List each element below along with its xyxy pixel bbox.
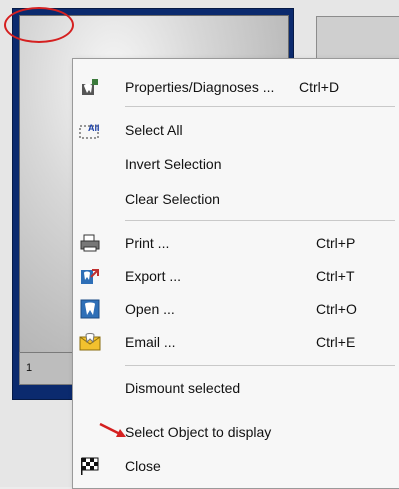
email-label: Email ...	[125, 334, 176, 350]
export-icon	[79, 265, 101, 287]
select-all-icon: All	[79, 119, 101, 141]
open-shortcut: Ctrl+O	[316, 301, 357, 317]
printer-icon	[79, 232, 101, 254]
print-item[interactable]: Print ... Ctrl+P	[73, 227, 399, 259]
menu-separator	[125, 365, 395, 366]
invert-selection-label: Invert Selection	[125, 156, 222, 172]
open-label: Open ...	[125, 301, 175, 317]
checkered-flag-icon	[79, 455, 101, 477]
menu-separator	[125, 220, 395, 221]
context-menu: Properties/Diagnoses ... Ctrl+D All Sele…	[72, 58, 399, 489]
export-shortcut: Ctrl+T	[316, 268, 355, 284]
export-item[interactable]: Export ... Ctrl+T	[73, 260, 399, 292]
svg-text:All: All	[88, 123, 100, 133]
open-tooth-icon	[79, 298, 101, 320]
export-label: Export ...	[125, 268, 182, 284]
open-item[interactable]: Open ... Ctrl+O	[73, 293, 399, 325]
select-object-item[interactable]: Select Object to display	[73, 416, 399, 448]
email-icon	[79, 331, 101, 353]
tooth-properties-icon	[79, 76, 101, 98]
properties-diagnoses-shortcut: Ctrl+D	[299, 79, 340, 95]
select-all-label: Select All	[125, 122, 183, 138]
dismount-selected-label: Dismount selected	[125, 380, 241, 396]
properties-diagnoses-label: Properties/Diagnoses ...	[125, 79, 275, 95]
clear-selection-label: Clear Selection	[125, 191, 220, 207]
email-shortcut: Ctrl+E	[316, 334, 356, 350]
invert-selection-item[interactable]: Invert Selection	[73, 148, 399, 180]
annotation-circle	[4, 7, 74, 43]
thumbnail-number: 1	[26, 362, 33, 374]
clear-selection-item[interactable]: Clear Selection	[73, 183, 399, 215]
menu-separator	[125, 106, 395, 107]
close-label: Close	[125, 458, 161, 474]
properties-diagnoses-item[interactable]: Properties/Diagnoses ... Ctrl+D	[73, 71, 399, 103]
dismount-selected-item[interactable]: Dismount selected	[73, 372, 399, 404]
close-item[interactable]: Close	[73, 450, 399, 482]
select-object-label: Select Object to display	[125, 424, 272, 440]
print-label: Print ...	[125, 235, 170, 251]
email-item[interactable]: Email ... Ctrl+E	[73, 326, 399, 358]
print-shortcut: Ctrl+P	[316, 235, 356, 251]
select-all-item[interactable]: All Select All	[73, 114, 399, 146]
